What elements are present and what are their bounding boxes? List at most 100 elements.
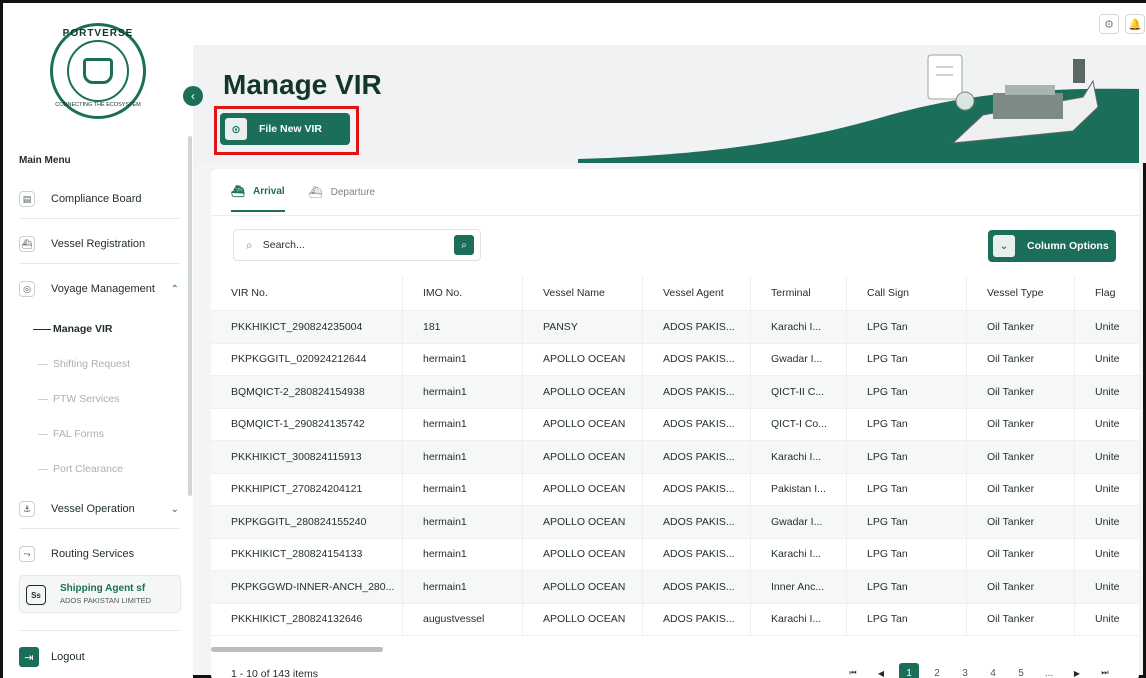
table-cell: ADOS PAKIS...	[643, 441, 751, 473]
sidebar-item-routing-services[interactable]: ⤳ Routing Services	[19, 542, 179, 566]
page-button[interactable]: 5	[1011, 663, 1031, 678]
portverse-logo[interactable]: PORTVERSE CONNECTING THE ECOSYSTEM	[50, 23, 146, 119]
sidebar-collapse-button[interactable]: ‹	[183, 86, 203, 106]
table-row[interactable]: PKPKGGITL_020924212644 hermain1 APOLLO OCE…	[211, 343, 1139, 376]
table-cell: PKPKGGITL_020924212644	[211, 343, 403, 375]
table-row[interactable]: PKPKGGWD-INNER-ANCH_280... hermain1 APOLLO…	[211, 571, 1139, 604]
column-header[interactable]: Vessel Name	[523, 276, 643, 310]
table-cell: ADOS PAKIS...	[643, 343, 751, 375]
logout-button[interactable]: ⇥ Logout	[19, 647, 85, 667]
subitem-tick	[38, 434, 48, 435]
sidebar-item-voyage-management[interactable]: ◎ Voyage Management ⌃	[19, 277, 179, 301]
vir-table: VIR No. IMO No. Vessel Name Vessel Agent Ter…	[211, 276, 1139, 636]
sidebar-item-label: Voyage Management	[51, 283, 155, 295]
user-profile-card[interactable]: Ss Shipping Agent sf ADOS PAKISTAN LIMIT…	[19, 575, 181, 613]
sidebar-scrollbar[interactable]	[188, 136, 192, 496]
table-cell: QICT-I Co...	[751, 408, 847, 440]
table-row[interactable]: BQMQICT-1_290824135742 hermain1 APOLLO OCE…	[211, 408, 1139, 441]
page-button[interactable]: 3	[955, 663, 975, 678]
table-cell: LPG Tan	[847, 571, 967, 603]
next-page-icon[interactable]: ▶	[1067, 663, 1087, 678]
table-cell: APOLLO OCEAN	[523, 376, 643, 408]
settings-icon[interactable]: ⚙	[1099, 14, 1119, 34]
page-button[interactable]: ...	[1039, 663, 1059, 678]
prev-page-icon[interactable]: ◀	[871, 663, 891, 678]
table-cell: Gwadar I...	[751, 343, 847, 375]
search-input[interactable]: ⌕ Search... ⌕	[233, 229, 481, 261]
search-button[interactable]: ⌕	[454, 235, 474, 255]
column-options-button[interactable]: ⌄ Column Options	[988, 230, 1116, 262]
table-cell: hermain1	[403, 571, 523, 603]
table-cell: PKPKGGWD-INNER-ANCH_280...	[211, 571, 403, 603]
table-cell: Oil Tanker	[967, 506, 1075, 538]
sidebar-item-compliance-board[interactable]: ▤ Compliance Board	[19, 187, 179, 211]
avatar: Ss	[26, 585, 46, 605]
column-header[interactable]: VIR No.	[211, 276, 403, 310]
table-cell: PKKHIKICT_290824235004	[211, 311, 403, 343]
subitem-ptw-services[interactable]: PTW Services	[53, 393, 120, 405]
table-row[interactable]: PKKHIKICT_290824235004 181 PANSY ADOS PAKIS…	[211, 311, 1139, 344]
column-header[interactable]: Call Sign	[847, 276, 967, 310]
table-cell: Inner Anc...	[751, 571, 847, 603]
table-cell: hermain1	[403, 441, 523, 473]
table-cell: hermain1	[403, 408, 523, 440]
chevron-up-icon[interactable]: ⌃	[171, 284, 179, 295]
table-cell: ADOS PAKIS...	[643, 376, 751, 408]
table-cell: LPG Tan	[847, 473, 967, 505]
table-cell: Oil Tanker	[967, 571, 1075, 603]
table-cell: ADOS PAKIS...	[643, 473, 751, 505]
sidebar-item-label: Compliance Board	[51, 193, 142, 205]
tab-arrival[interactable]: ⛴ Arrival	[231, 185, 285, 212]
table-row[interactable]: PKKHIKICT_300824115913 hermain1 APOLLO OCE…	[211, 441, 1139, 474]
table-cell: APOLLO OCEAN	[523, 506, 643, 538]
table-cell: ADOS PAKIS...	[643, 408, 751, 440]
subitem-port-clearance[interactable]: Port Clearance	[53, 463, 123, 475]
chevron-down-icon[interactable]: ⌄	[171, 504, 179, 515]
table-cell: Karachi I...	[751, 603, 847, 635]
column-header[interactable]: Vessel Type	[967, 276, 1075, 310]
main-panel: ⛴ Arrival ⛴ Departure ⌕ Search... ⌕ ⌄ Co…	[211, 169, 1139, 678]
column-header[interactable]: IMO No.	[403, 276, 523, 310]
subitem-shifting-request[interactable]: Shifting Request	[53, 358, 130, 370]
table-row[interactable]: PKKHIKICT_280824154133 hermain1 APOLLO OCE…	[211, 538, 1139, 571]
table-cell: Karachi I...	[751, 538, 847, 570]
column-header[interactable]: Flag	[1075, 276, 1139, 310]
table-cell: LPG Tan	[847, 538, 967, 570]
chevron-left-icon: ‹	[191, 89, 195, 103]
active-subitem-indicator	[33, 329, 51, 330]
column-header[interactable]: Terminal	[751, 276, 847, 310]
search-placeholder: Search...	[262, 239, 305, 251]
pagination: ⏮ ◀ 1 2 3 4 5... ▶ ⏭	[843, 663, 1123, 678]
table-row[interactable]: PKKHIKICT_280824132646 augustvessel APOLLO…	[211, 603, 1139, 636]
table-cell: Unite	[1095, 385, 1120, 398]
logo-tagline: CONNECTING THE ECOSYSTEM	[55, 102, 141, 108]
subitem-manage-vir[interactable]: Manage VIR	[53, 323, 113, 335]
table-cell: hermain1	[403, 538, 523, 570]
page-button[interactable]: 2	[927, 663, 947, 678]
first-page-icon[interactable]: ⏮	[843, 663, 863, 678]
table-cell: Unite	[1095, 613, 1120, 626]
horizontal-scrollbar[interactable]	[211, 647, 383, 652]
subitem-fal-forms[interactable]: FAL Forms	[53, 428, 104, 440]
notification-bell-icon[interactable]: 🔔	[1125, 14, 1145, 34]
page-button[interactable]: 4	[983, 663, 1003, 678]
table-cell: LPG Tan	[847, 441, 967, 473]
divider	[211, 215, 1139, 216]
sidebar-item-vessel-registration[interactable]: ⛴ Vessel Registration	[19, 232, 179, 256]
sidebar-item-vessel-operation[interactable]: ⚓ Vessel Operation ⌄	[19, 497, 179, 521]
column-header[interactable]: Vessel Agent	[643, 276, 751, 310]
table-row[interactable]: BQMQICT-2_280824154938 hermain1 APOLLO OCE…	[211, 376, 1139, 409]
table-row[interactable]: PKPKGGITL_280824155240 hermain1 APOLLO OCE…	[211, 506, 1139, 539]
divider	[19, 528, 179, 529]
last-page-icon[interactable]: ⏭	[1095, 663, 1115, 678]
table-cell: LPG Tan	[847, 343, 967, 375]
tab-departure[interactable]: ⛴ Departure	[309, 185, 375, 212]
table-cell: PKKHIPICT_270824204121	[211, 473, 403, 505]
table-cell: ADOS PAKIS...	[643, 571, 751, 603]
table-cell: APOLLO OCEAN	[523, 473, 643, 505]
table-cell: Unite	[1095, 548, 1120, 561]
tab-label: Departure	[330, 187, 376, 198]
table-cell: Unite	[1095, 580, 1120, 593]
table-row[interactable]: PKKHIPICT_270824204121 hermain1 APOLLO OCE…	[211, 473, 1139, 506]
page-button[interactable]: 1	[899, 663, 919, 678]
